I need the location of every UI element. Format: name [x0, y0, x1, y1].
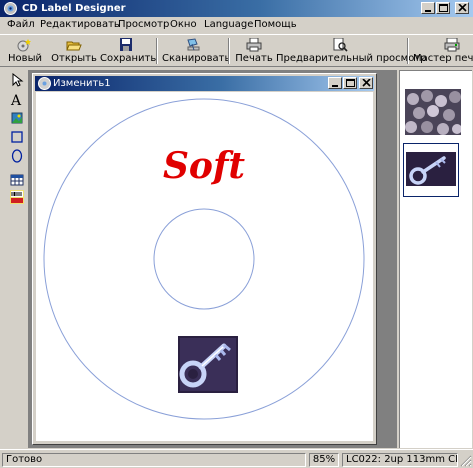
maximize-icon	[346, 79, 355, 87]
menu-bar: Файл Редактировать Просмотр Окно Languag…	[0, 17, 473, 33]
print-preview-icon	[332, 37, 348, 52]
document-minimize-button[interactable]	[328, 77, 342, 89]
scanner-icon	[185, 38, 201, 52]
cd-document-icon	[38, 77, 51, 90]
print-preview-button[interactable]: Предварительный просмотр	[276, 37, 427, 66]
toolbar-separator	[407, 38, 409, 64]
menu-language[interactable]: Language	[204, 19, 253, 31]
maximize-icon	[439, 4, 448, 12]
minimize-icon	[425, 10, 431, 12]
title-bar[interactable]: CD Label Designer	[0, 0, 473, 17]
toolbar-separator	[228, 38, 230, 64]
print-label: Печать	[235, 53, 273, 64]
new-button[interactable]: Новый	[2, 37, 48, 66]
text-icon[interactable]: A	[10, 92, 24, 109]
ellipse-icon[interactable]	[10, 149, 24, 163]
save-label: Сохранить	[100, 53, 157, 64]
new-label: Новый	[8, 53, 42, 64]
document-close-button[interactable]	[359, 77, 373, 89]
printer-icon	[246, 37, 262, 52]
thumbnail-panel	[399, 70, 472, 448]
tool-palette: A	[7, 70, 27, 210]
zoom-level: 85%	[309, 453, 339, 467]
save-button[interactable]: Сохранить	[100, 37, 157, 66]
label-canvas[interactable]: Soft	[36, 92, 373, 441]
document-title: Изменить1	[53, 78, 111, 89]
new-icon	[17, 38, 33, 52]
pointer-icon[interactable]	[10, 72, 24, 87]
menu-window[interactable]: Окно	[170, 19, 197, 31]
status-message: Готово	[2, 453, 306, 467]
cd-center-hole	[153, 208, 255, 310]
rectangle-icon[interactable]	[10, 130, 24, 144]
label-text: Soft	[163, 145, 245, 187]
menu-help[interactable]: Помощь	[254, 19, 297, 31]
document-title-bar[interactable]: Изменить1	[35, 76, 374, 91]
menu-view[interactable]: Просмотр	[118, 19, 169, 31]
template-name: LC022: 2up 113mm CD Label	[342, 453, 458, 467]
print-button[interactable]: Печать	[234, 37, 274, 66]
main-window: CD Label Designer Файл Редактировать Про…	[0, 0, 473, 468]
floppy-disk-icon	[118, 38, 134, 52]
print-wizard-button[interactable]: Мастер печати	[411, 37, 473, 66]
cd-label-svg: Soft	[43, 98, 365, 420]
barcode-icon[interactable]	[10, 190, 24, 204]
toolbar-separator	[156, 38, 158, 64]
minimize-button[interactable]	[421, 2, 435, 14]
thumbnail-pattern[interactable]	[405, 89, 462, 135]
print-wizard-icon	[444, 37, 460, 52]
table-icon[interactable]	[10, 173, 24, 187]
cd-app-icon	[4, 2, 17, 15]
toolbar: Новый Открыть Сохранить Сканировать Печа…	[0, 34, 473, 67]
scan-button[interactable]: Сканировать	[162, 37, 231, 66]
close-button[interactable]	[455, 2, 469, 14]
minimize-icon	[332, 85, 338, 87]
key-image	[178, 336, 238, 393]
thumbnail-key-selected[interactable]	[403, 143, 459, 197]
open-label: Открыть	[51, 53, 97, 64]
document-maximize-button[interactable]	[343, 77, 357, 89]
image-icon[interactable]	[10, 111, 24, 125]
status-bar: Готово 85% LC022: 2up 113mm CD Label	[0, 449, 473, 468]
menu-edit[interactable]: Редактировать	[40, 19, 120, 31]
open-folder-icon	[66, 38, 82, 52]
svg-text:A: A	[10, 93, 22, 106]
open-button[interactable]: Открыть	[50, 37, 98, 66]
scan-label: Сканировать	[162, 53, 231, 64]
menu-file[interactable]: Файл	[7, 19, 35, 31]
document-window: Изменить1 Soft	[32, 73, 377, 445]
resize-grip-icon[interactable]	[460, 455, 472, 467]
maximize-button[interactable]	[436, 2, 450, 14]
close-icon	[458, 4, 467, 12]
close-icon	[362, 79, 371, 87]
app-title: CD Label Designer	[22, 3, 126, 14]
print-preview-label: Предварительный просмотр	[276, 53, 427, 64]
print-wizard-label: Мастер печати	[413, 53, 473, 64]
